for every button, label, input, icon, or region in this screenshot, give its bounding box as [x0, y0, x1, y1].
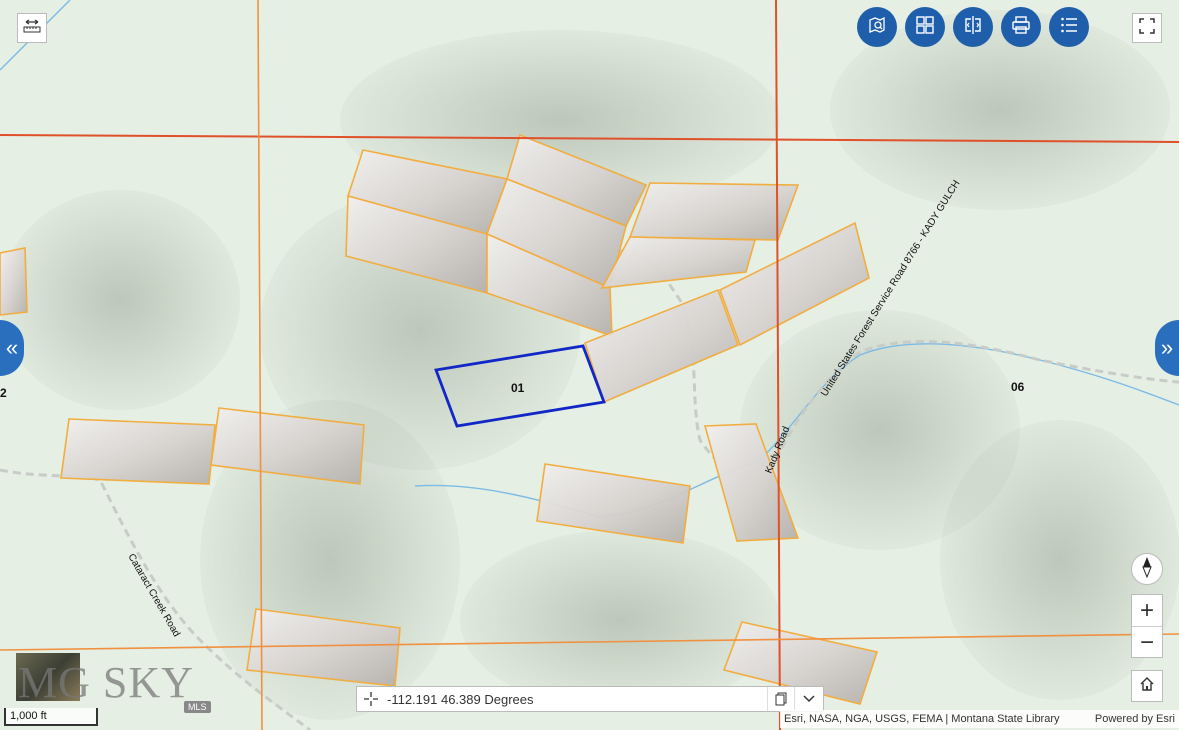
parcel-label-01: 01 — [511, 381, 525, 395]
compare-button[interactable] — [953, 7, 993, 47]
zoom-out-button[interactable]: − — [1132, 627, 1162, 658]
coordinate-widget: -112.191 46.389 Degrees — [356, 686, 824, 712]
fullscreen-icon — [1139, 17, 1155, 39]
parcel[interactable] — [0, 247, 28, 316]
home-icon — [1139, 676, 1155, 697]
map-canvas[interactable]: 01 06 2 United States Forest Service Roa… — [0, 0, 1179, 730]
measure-icon — [23, 19, 41, 38]
chevron-down-icon[interactable] — [794, 687, 823, 711]
logo-sub: MLS — [184, 701, 211, 713]
compass-button[interactable] — [1131, 553, 1163, 585]
logo-text: MG SKY — [18, 658, 194, 707]
zoom-in-button[interactable]: + — [1132, 595, 1162, 627]
powered-by[interactable]: Powered by Esri — [1095, 713, 1175, 725]
logo: MG SKY MLS — [14, 651, 229, 715]
parcel[interactable] — [600, 236, 757, 289]
parcel[interactable] — [628, 182, 800, 241]
basemap-gallery-icon — [916, 15, 934, 39]
road-label-cataract: Cataract Creek Road — [125, 552, 181, 639]
search-location-icon — [867, 15, 887, 40]
copy-icon[interactable] — [767, 687, 794, 711]
compare-icon — [963, 15, 983, 40]
measure-button[interactable] — [17, 13, 47, 43]
layer-list-button[interactable] — [1049, 7, 1089, 47]
parcel[interactable] — [60, 418, 216, 485]
layer-list-icon — [1060, 16, 1078, 39]
zoom-control: + − — [1131, 594, 1163, 658]
coordinate-readout: -112.191 46.389 Degrees — [387, 691, 534, 707]
home-button[interactable] — [1131, 670, 1163, 702]
parcel[interactable] — [536, 463, 691, 544]
chevron-double-left-icon: « — [5, 335, 19, 360]
parcel-label-2: 2 — [0, 386, 7, 400]
chevron-double-right-icon: » — [1160, 335, 1174, 360]
search-location-button[interactable] — [857, 7, 897, 47]
scale-bar: 1,000 ft — [4, 708, 98, 726]
basemap-gallery-button[interactable] — [905, 7, 945, 47]
compass-icon — [1140, 556, 1154, 583]
attribution-sources: Esri, NASA, NGA, USGS, FEMA | Montana St… — [784, 713, 1060, 725]
crosshair-icon[interactable] — [357, 691, 385, 707]
attribution: Esri, NASA, NGA, USGS, FEMA | Montana St… — [780, 710, 1179, 728]
print-icon — [1011, 15, 1031, 40]
print-button[interactable] — [1001, 7, 1041, 47]
fullscreen-button[interactable] — [1132, 13, 1162, 43]
parcel-label-06: 06 — [1011, 380, 1025, 394]
